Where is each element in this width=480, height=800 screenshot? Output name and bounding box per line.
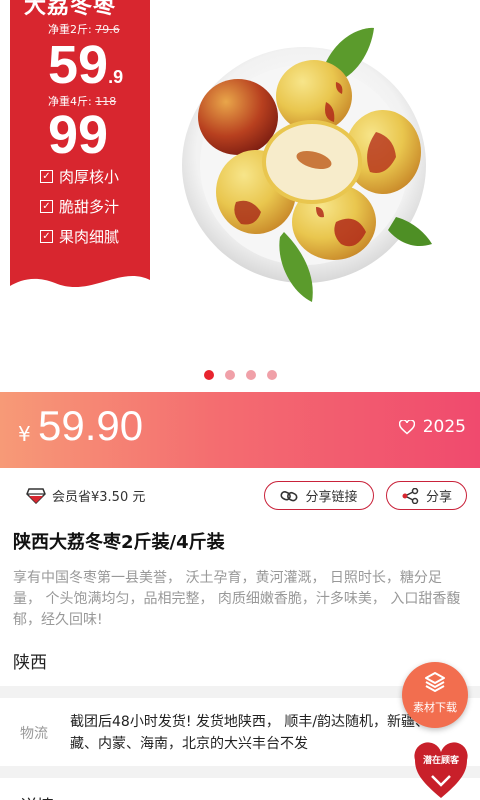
heart-icon	[398, 419, 415, 434]
product-image	[182, 27, 432, 302]
product-description: 享有中国冬枣第一县美誉， 沃土孕育，黄河灌溉， 日照时长，糖分足量， 个头饱满均…	[13, 570, 461, 628]
price-2jin: 59.9	[48, 35, 124, 95]
material-download-button[interactable]: 素材下载	[402, 662, 468, 728]
price-4jin: 99	[48, 105, 109, 165]
vip-diamond-icon	[26, 487, 46, 504]
logistics-label: 物流	[20, 726, 48, 742]
member-saving-text: 会员省¥3.50 元	[52, 490, 146, 505]
product-title: 陕西大荔冬枣2斤装/4斤装	[13, 532, 225, 553]
potential-customers-label: 潜在顾客	[422, 756, 459, 766]
detail-tab[interactable]: 详情	[0, 778, 480, 800]
potential-customers-button[interactable]: 潜在顾客	[414, 740, 468, 800]
feature-item: ✓ 脆甜多汁	[40, 196, 119, 217]
like-button[interactable]: 2025	[398, 417, 466, 437]
product-banner[interactable]: 大荔冬枣 净重2斤: 79.6 59.9 净重4斤: 118 99 ✓ 肉厚核小…	[0, 0, 480, 392]
share-button[interactable]: 分享	[386, 481, 467, 510]
checkbox-icon: ✓	[40, 230, 53, 243]
share-link-button[interactable]: 分享链接	[264, 481, 374, 510]
current-price: 59.90	[38, 402, 144, 449]
checkbox-icon: ✓	[40, 170, 53, 183]
member-saving: 会员省¥3.50 元	[26, 486, 145, 505]
product-origin: 陕西	[13, 653, 47, 673]
material-download-label: 素材下载	[413, 701, 457, 714]
layers-icon	[425, 672, 445, 692]
feature-item: ✓ 肉厚核小	[40, 166, 119, 187]
carousel-dot[interactable]	[266, 370, 277, 380]
banner-title: 大荔冬枣	[24, 0, 117, 19]
carousel-dot[interactable]	[224, 370, 235, 380]
checkbox-icon: ✓	[40, 200, 53, 213]
share-link-label: 分享链接	[305, 490, 358, 505]
feature-item: ✓ 果肉细腻	[40, 226, 119, 247]
product-info: 会员省¥3.50 元 分享链接 分享 陕西大荔冬枣2斤装/4斤装 享有中国冬枣第…	[0, 468, 480, 686]
share-label: 分享	[425, 490, 452, 505]
like-count: 2025	[422, 417, 466, 437]
carousel-dot[interactable]	[245, 370, 256, 380]
currency-symbol: ¥	[18, 422, 31, 446]
carousel-dot[interactable]	[203, 370, 214, 380]
heart-badge-icon	[414, 742, 468, 798]
detail-label: 详情	[20, 792, 54, 800]
carousel-indicator	[0, 370, 480, 380]
price-bar: ¥ 59.90 2025	[0, 392, 480, 468]
link-icon	[280, 490, 298, 501]
share-icon	[402, 487, 419, 504]
